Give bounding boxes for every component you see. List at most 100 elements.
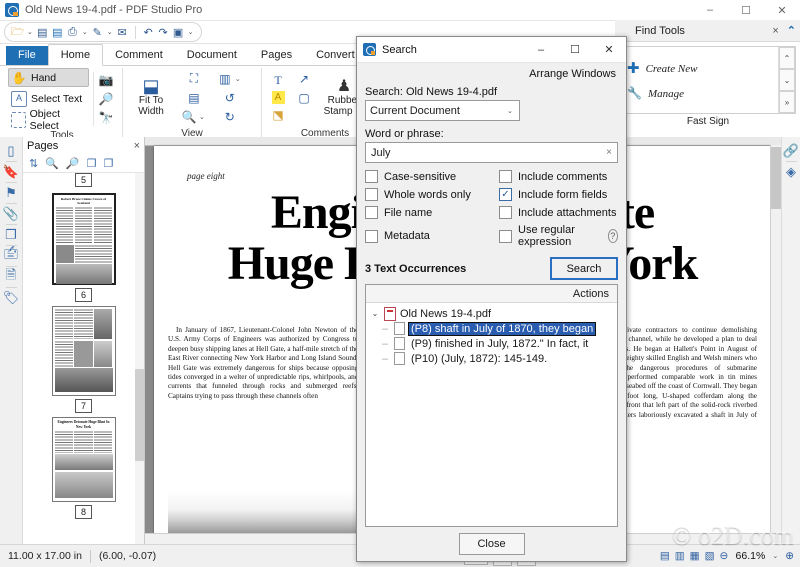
checkbox[interactable] <box>365 170 378 183</box>
pages-panel-scrollbar[interactable] <box>135 173 144 545</box>
flag-icon[interactable]: ⚑ <box>2 183 20 203</box>
facing-continuous-icon[interactable]: ▧ <box>705 550 715 562</box>
list-item[interactable]: – (P9) finished in July, 1872." In fact,… <box>370 336 617 351</box>
search-input[interactable]: July × <box>365 142 618 163</box>
tab-home[interactable]: Home <box>47 44 104 66</box>
open-dropdown-icon[interactable]: ⌄ <box>27 28 33 36</box>
bookmarks-icon[interactable]: 🔖 <box>2 162 20 182</box>
maximize-button[interactable]: ☐ <box>728 0 764 20</box>
attachments-icon[interactable]: 📎 <box>2 204 20 224</box>
ribbon-collapse-icon[interactable]: ⌃ <box>787 24 796 37</box>
email-icon[interactable]: ✉ <box>115 24 130 40</box>
find-tools-close-icon[interactable]: × <box>772 25 778 37</box>
scroll-up-button[interactable]: ⌃ <box>779 47 795 69</box>
search-scope-select[interactable]: Current Document ⌄ <box>365 100 520 121</box>
option-whole-words-only[interactable]: Whole words only <box>365 188 499 201</box>
option-file-name[interactable]: File name <box>365 206 499 219</box>
save-icon[interactable]: ▤ <box>35 24 50 40</box>
scroll-more-button[interactable]: » <box>779 91 795 113</box>
list-item[interactable]: Robert Bruce Claims Crown of Scotland 6 <box>23 193 144 302</box>
page-thumbnail[interactable]: Engineers Detonate Huge Blast In New Yor… <box>51 417 116 502</box>
highlighter-icon[interactable]: ✎ <box>90 24 105 40</box>
arrange-windows-link[interactable]: Arrange Windows <box>365 66 618 84</box>
arrow-icon[interactable]: ↗ <box>296 71 312 87</box>
search-close-button[interactable]: ✕ <box>592 37 626 62</box>
checkbox[interactable] <box>365 229 378 243</box>
rectangle-icon[interactable]: ▢ <box>296 90 312 106</box>
print-icon[interactable]: ⎙ <box>65 24 80 40</box>
text-box-icon[interactable]: T <box>270 72 286 88</box>
search-maximize-button[interactable]: ☐ <box>558 37 592 62</box>
single-page-icon[interactable]: ▤ <box>660 550 670 562</box>
fit-to-width-button[interactable]: ⬓ Fit To Width <box>127 77 175 117</box>
tool-hand[interactable]: ✋ Hand <box>8 68 89 87</box>
layers-stack-icon[interactable]: ◈ <box>782 162 800 182</box>
signatures-icon[interactable]: 🖆 <box>2 246 20 266</box>
pages-panel-icon[interactable]: ▯ <box>2 141 20 161</box>
clear-icon[interactable]: × <box>606 147 612 158</box>
tool-select-text[interactable]: A Select Text <box>8 89 89 108</box>
highlighter-dropdown-icon[interactable]: ⌄ <box>107 28 113 36</box>
option-include-attachments[interactable]: Include attachments <box>499 206 618 219</box>
zoom-out-icon[interactable]: 🔍 <box>45 157 59 170</box>
scrollbar-thumb[interactable] <box>135 369 144 461</box>
help-icon[interactable]: ? <box>607 229 618 243</box>
tags-icon[interactable]: 🏷 <box>2 288 20 308</box>
layout-dropdown-icon[interactable]: ⌄ <box>235 75 241 83</box>
print-dropdown-icon[interactable]: ⌄ <box>82 28 88 36</box>
zoom-in-button[interactable]: ⊕ <box>785 550 794 562</box>
sticky-note-icon[interactable]: ⬔ <box>270 107 286 123</box>
zoom-in-icon[interactable]: 🔎 <box>66 157 80 170</box>
zoom-dropdown-icon[interactable]: ⌄ <box>199 113 205 121</box>
option-include-comments[interactable]: Include comments <box>499 170 618 183</box>
zoom-out-button[interactable]: ⊖ <box>720 550 729 562</box>
highlight-text-icon[interactable]: A <box>271 91 285 104</box>
tab-document[interactable]: Document <box>175 45 249 65</box>
page-thumbnail[interactable]: Robert Bruce Claims Crown of Scotland <box>51 193 116 285</box>
option-case-sensitive[interactable]: Case-sensitive <box>365 170 499 183</box>
search-results-tree[interactable]: ⌄ Old News 19-4.pdf – (P8) shaft in July… <box>366 303 617 366</box>
page-thumbnail[interactable] <box>51 306 116 396</box>
close-button[interactable]: ✕ <box>764 0 800 20</box>
pages-thumbnail-list[interactable]: 5 Robert Bruce Claims Crown of Scotland <box>23 173 144 545</box>
checkbox[interactable] <box>499 170 512 183</box>
fit-page-icon[interactable]: ⛶ <box>186 71 202 87</box>
close-dialog-button[interactable]: Close <box>458 533 525 555</box>
list-item[interactable]: – (P10) (July, 1872): 145-149. <box>370 351 617 366</box>
zoom-dropdown-icon[interactable]: ⌄ <box>772 552 778 560</box>
open-icon[interactable]: 🗁 <box>10 24 25 40</box>
document-vertical-scrollbar[interactable] <box>770 145 781 533</box>
tool-object-select[interactable]: Object Select <box>8 108 89 132</box>
loupe-icon[interactable]: 🔎 <box>98 91 114 107</box>
option-include-form-fields[interactable]: Include form fields <box>499 188 618 201</box>
page-layout-icon[interactable]: ▥ <box>217 71 233 87</box>
preview-icon[interactable]: ▣ <box>171 24 186 40</box>
more-dropdown-icon[interactable]: ⌄ <box>188 28 194 36</box>
snapshot-icon[interactable]: 📷 <box>98 72 114 88</box>
links-icon[interactable]: 🔗 <box>782 141 800 161</box>
continuous-icon[interactable]: ▥ <box>675 550 685 562</box>
tab-comment[interactable]: Comment <box>103 45 175 65</box>
extract-pages-icon[interactable]: ❐ <box>87 157 97 170</box>
scroll-down-button[interactable]: ⌄ <box>779 69 795 91</box>
binoculars-icon[interactable]: 🔭 <box>98 110 114 126</box>
content-icon[interactable]: 🗎 <box>2 267 20 287</box>
checkbox[interactable] <box>365 188 378 201</box>
checkbox[interactable] <box>499 229 512 243</box>
checkbox[interactable] <box>499 206 512 219</box>
tab-pages[interactable]: Pages <box>249 45 304 65</box>
scrollbar-thumb[interactable] <box>771 147 781 209</box>
fast-sign-scrollbar[interactable]: ⌃ ⌄ » <box>778 47 795 113</box>
page-settings-icon[interactable]: ⇅ <box>29 157 38 170</box>
rotate-cw-icon[interactable]: ↻ <box>222 109 238 125</box>
minimize-button[interactable]: – <box>692 0 728 20</box>
save-as-icon[interactable]: ▤ <box>50 24 65 40</box>
list-item[interactable]: Engineers Detonate Huge Blast In New Yor… <box>23 417 144 519</box>
zoom-tool-icon[interactable]: 🔍 <box>181 109 197 125</box>
list-item[interactable]: – (P8) shaft in July of 1870, they began <box>370 321 617 336</box>
search-button[interactable]: Search <box>550 257 618 280</box>
facing-pages-icon[interactable]: ▦ <box>690 550 700 562</box>
manage-signatures-button[interactable]: 🔧 Manage <box>627 86 778 101</box>
option-metadata[interactable]: Metadata <box>365 224 499 248</box>
fit-visible-icon[interactable]: ▤ <box>186 90 202 106</box>
